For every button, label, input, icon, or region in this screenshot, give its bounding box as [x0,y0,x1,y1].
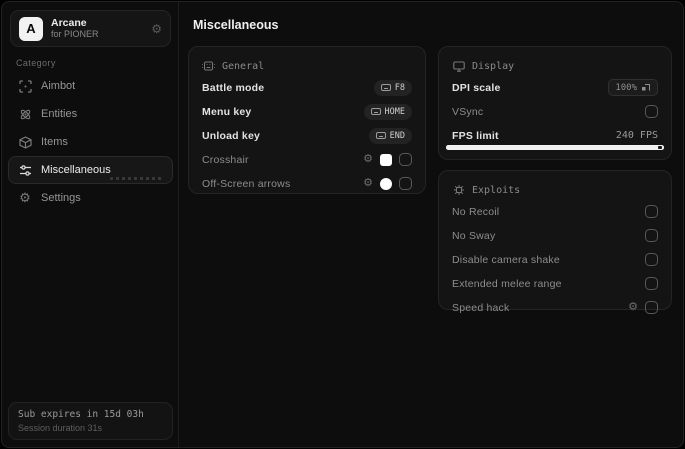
brand-name: Arcane [51,17,87,29]
subscription-card: Sub expires in 15d 03h Session duration … [8,402,173,440]
setting-row-offscreen-arrows: Off-Screen arrows ⚙ [202,172,412,195]
key-icon [375,132,386,139]
no-sway-checkbox[interactable] [645,229,658,242]
sidebar-item-entities[interactable]: Entities [8,100,173,128]
display-header-label: Display [472,60,515,72]
setting-label: DPI scale [452,81,501,94]
setting-label: Speed hack [452,301,510,314]
gear-icon[interactable]: ⚙ [363,178,373,189]
slider-fill [446,145,664,150]
scan-icon [18,79,32,93]
sidebar-item-label: Settings [41,192,81,204]
general-card: General Battle mode F8 Menu key HOME Unl… [188,46,426,194]
key-icon [380,84,391,91]
setting-row-vsync: VSync [452,100,658,123]
setting-label: FPS limit [452,129,499,142]
setting-label: No Recoil [452,205,500,218]
setting-label: Disable camera shake [452,253,560,266]
setting-label: Crosshair [202,153,249,166]
main-content: Miscellaneous General Battle mode F8 Men… [180,2,683,447]
exploits-header-label: Exploits [472,184,521,196]
no-recoil-checkbox[interactable] [645,205,658,218]
arrows-color-swatch[interactable] [380,177,392,190]
keyboard-icon [202,60,215,73]
fps-limit-slider[interactable] [446,145,664,150]
vsync-checkbox[interactable] [645,105,658,118]
sidebar-item-label: Items [41,136,68,148]
sidebar-item-label: Aimbot [41,80,76,92]
brand-logo: A [19,16,43,41]
atom-icon [18,107,32,121]
setting-row-crosshair: Crosshair ⚙ [202,148,412,171]
setting-row-battle-mode: Battle mode F8 [202,76,412,99]
gear-icon[interactable]: ⚙ [151,23,162,35]
sliders-icon [18,163,32,177]
offscreen-arrows-checkbox[interactable] [399,177,412,190]
setting-row-disable-camera-shake: Disable camera shake [452,248,658,271]
setting-label: Unload key [202,129,261,142]
fps-limit-value: 240 FPS [615,130,658,141]
brand-subtitle: for PIONER [51,29,99,39]
decoration-dots [110,177,162,180]
setting-label: Extended melee range [452,277,562,290]
sidebar: A Arcane for PIONER ⚙ Category Aimbot En… [2,2,179,447]
setting-label: Off-Screen arrows [202,177,291,190]
setting-row-menu-key: Menu key HOME [202,100,412,123]
general-header-label: General [222,60,265,72]
brand-text: Arcane for PIONER [51,17,151,40]
crosshair-color-swatch[interactable] [380,153,392,166]
speed-hack-checkbox[interactable] [645,301,658,314]
setting-row-speed-hack: Speed hack ⚙ [452,296,658,319]
general-header: General [202,57,412,75]
setting-row-no-recoil: No Recoil [452,200,658,223]
scale-icon [642,84,650,91]
setting-label: No Sway [452,229,496,242]
gear-icon[interactable]: ⚙ [363,154,373,165]
sidebar-item-label: Entities [41,108,78,120]
disable-camera-shake-checkbox[interactable] [645,253,658,266]
sidebar-item-aimbot[interactable]: Aimbot [8,72,173,100]
setting-row-dpi-scale: DPI scale 100% [452,76,658,99]
exploits-card: Exploits No Recoil No Sway Disable camer… [438,170,672,314]
dpi-scale-select[interactable]: 100% [608,79,658,96]
unload-key-keybind[interactable]: END [368,127,412,144]
key-icon [370,108,381,115]
setting-row-no-sway: No Sway [452,224,658,247]
sidebar-item-settings[interactable]: ⚙ Settings [8,184,173,212]
sub-expiry-text: Sub expires in 15d 03h [18,409,144,420]
setting-label: Battle mode [202,81,265,94]
monitor-icon [452,60,465,73]
display-card: Display DPI scale 100% VSync FPS limit 2… [438,46,672,160]
crosshair-checkbox[interactable] [399,153,412,166]
setting-label: Menu key [202,105,252,118]
setting-row-unload-key: Unload key END [202,124,412,147]
sidebar-nav: Aimbot Entities Items Miscellaneous ⚙ Se… [8,72,173,212]
sidebar-item-label: Miscellaneous [41,164,111,176]
session-duration-text: Session duration 31s [18,423,103,433]
battle-mode-keybind[interactable]: F8 [373,79,412,96]
setting-label: VSync [452,105,484,118]
brand-card[interactable]: A Arcane for PIONER ⚙ [10,10,171,47]
sidebar-item-miscellaneous[interactable]: Miscellaneous [8,156,173,184]
page-title: Miscellaneous [193,18,279,32]
setting-row-fps-limit: FPS limit 240 FPS [452,124,658,147]
sidebar-item-items[interactable]: Items [8,128,173,156]
extended-melee-range-checkbox[interactable] [645,277,658,290]
gear-icon[interactable]: ⚙ [628,302,638,313]
setting-row-extended-melee-range: Extended melee range [452,272,658,295]
gear-icon: ⚙ [19,190,31,205]
package-icon [18,135,32,149]
category-label: Category [16,58,56,68]
exploits-header: Exploits [452,181,658,199]
app-window: A Arcane for PIONER ⚙ Category Aimbot En… [1,1,684,448]
slider-knob[interactable] [658,146,662,149]
menu-key-keybind[interactable]: HOME [363,103,412,120]
display-header: Display [452,57,658,75]
bug-icon [452,184,465,197]
